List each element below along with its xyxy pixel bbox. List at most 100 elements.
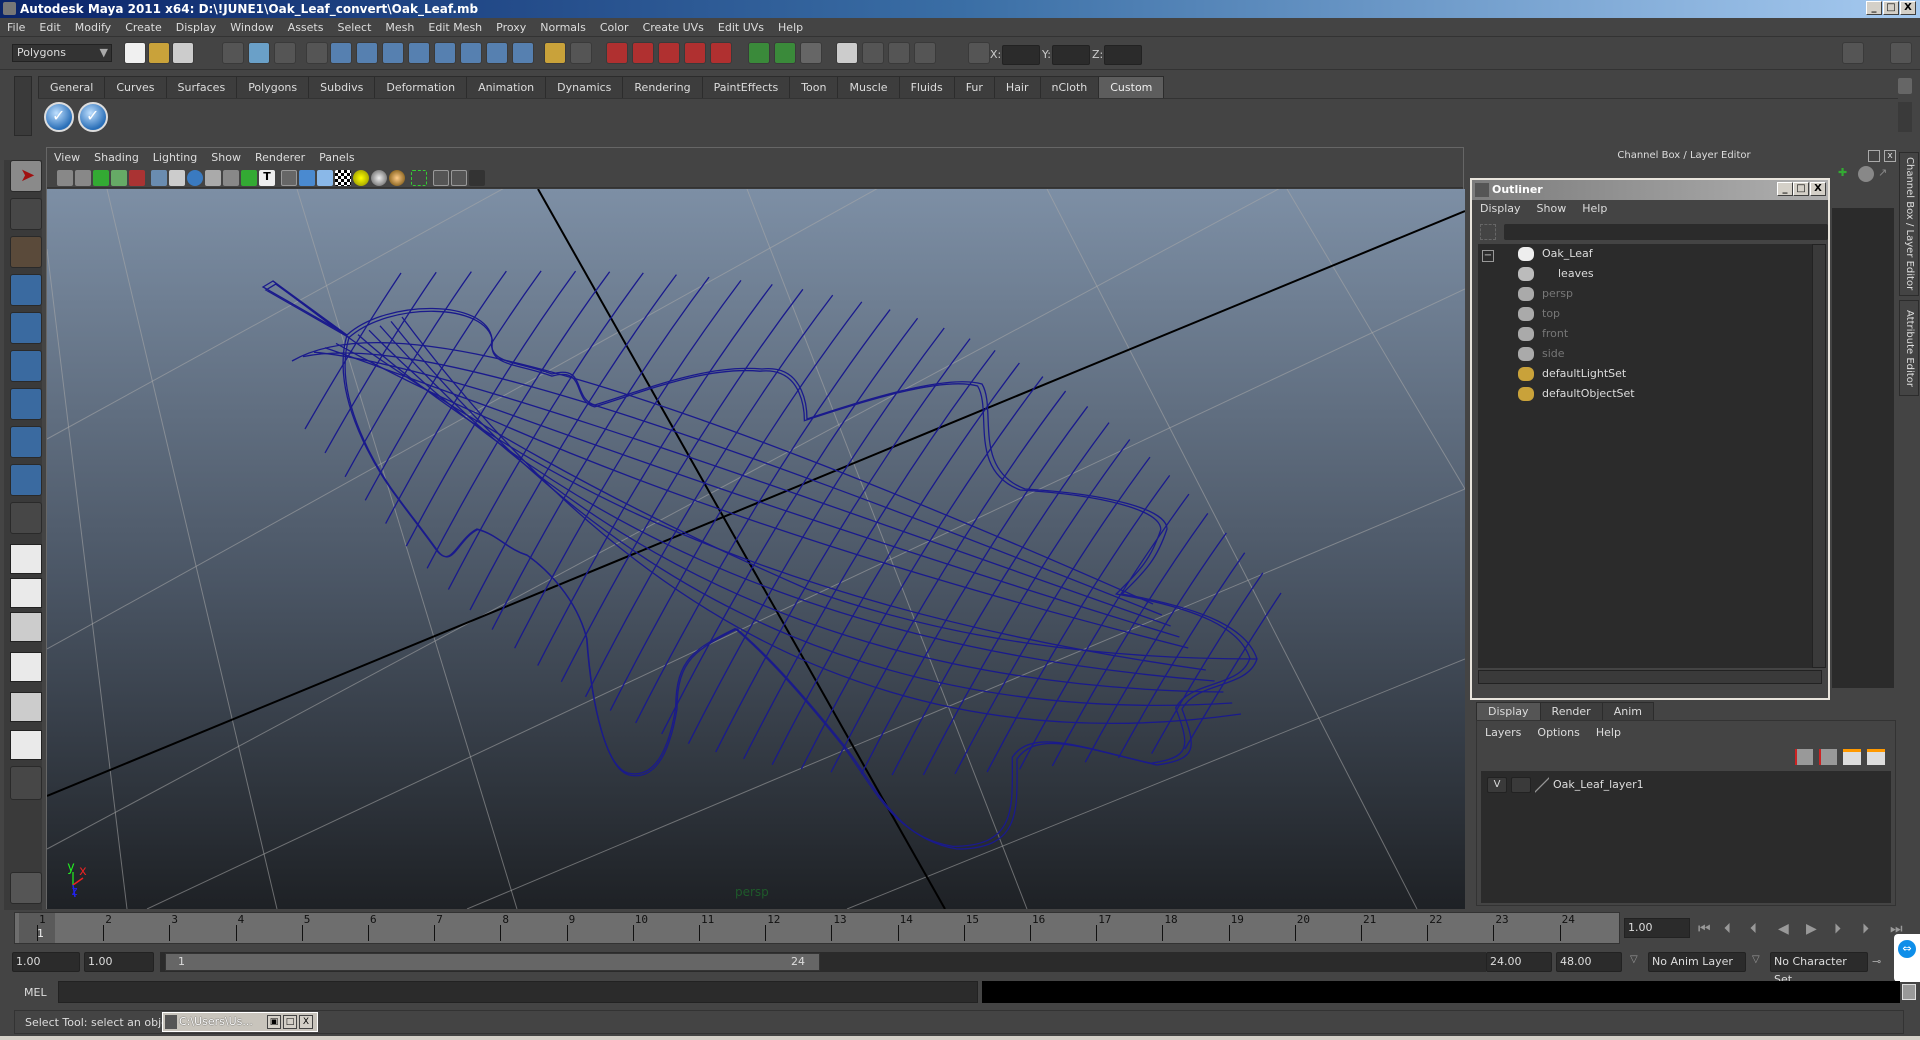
shelf-tab-animation[interactable]: Animation	[466, 76, 547, 98]
snap-to-view-planes-icon[interactable]	[684, 42, 706, 64]
select-rendering-icon[interactable]	[486, 42, 508, 64]
layer-menu-help[interactable]: Help	[1588, 721, 1629, 745]
command-language-label[interactable]: MEL	[24, 986, 47, 999]
high-quality-icon[interactable]	[389, 170, 405, 186]
safe-action-icon[interactable]	[241, 170, 257, 186]
anim-layer-dropdown-icon[interactable]: ▽	[1630, 954, 1638, 965]
select-misc-icon[interactable]	[512, 42, 534, 64]
z-field[interactable]	[1104, 45, 1142, 65]
menu-edit-mesh[interactable]: Edit Mesh	[421, 18, 489, 37]
menu-file[interactable]: File	[0, 18, 32, 37]
x-field[interactable]	[1002, 45, 1040, 65]
output-connections-icon[interactable]	[774, 42, 796, 64]
shelf-tab-polygons[interactable]: Polygons	[236, 76, 310, 98]
menu-create-uvs[interactable]: Create UVs	[636, 18, 711, 37]
outliner-item[interactable]: defaultLightSet	[1478, 364, 1808, 384]
single-pane-layout-icon[interactable]	[10, 544, 42, 574]
gate-mask-icon[interactable]	[205, 170, 221, 186]
textured-icon[interactable]	[335, 170, 351, 186]
outliner-item[interactable]: Oak_Leaf	[1478, 244, 1808, 264]
go-to-start-icon[interactable]: ⏮	[1698, 921, 1711, 937]
render-view-icon[interactable]	[836, 42, 858, 64]
resolution-gate-icon[interactable]	[187, 170, 203, 186]
menu-set-selector[interactable]: Polygons ▼	[12, 44, 112, 62]
start-time-field[interactable]: 1.00	[12, 952, 80, 972]
shelf-tab-curves[interactable]: Curves	[104, 76, 167, 98]
shelf-tab-painteffects[interactable]: PaintEffects	[701, 76, 791, 98]
close-button[interactable]: X	[299, 1015, 313, 1029]
outliner-item[interactable]: leaves	[1478, 264, 1808, 284]
menu-help[interactable]: Help	[771, 18, 810, 37]
shelf-scrollbar[interactable]	[1898, 102, 1912, 132]
xray-icon[interactable]	[433, 170, 449, 186]
step-back-frame-icon[interactable]: ⏴	[1724, 921, 1731, 937]
shelf-tab-ncloth[interactable]: nCloth	[1039, 76, 1100, 98]
input-connections-icon[interactable]	[748, 42, 770, 64]
minimize-button[interactable]: _	[1866, 1, 1882, 15]
layer-visibility-toggle[interactable]: V	[1487, 777, 1507, 793]
paint-select-tool-icon[interactable]	[10, 236, 42, 268]
camera-select-icon[interactable]	[57, 170, 73, 186]
layout-expand-icon[interactable]	[10, 766, 42, 800]
range-slider-start[interactable]: 1	[178, 955, 185, 968]
key-icon[interactable]: ⊸	[1872, 955, 1881, 968]
layer-tab-render[interactable]: Render	[1539, 702, 1603, 720]
soft-modification-icon[interactable]	[10, 426, 42, 458]
hypershade-persp-layout-icon[interactable]	[10, 692, 42, 722]
select-by-hierarchy-icon[interactable]	[222, 42, 244, 64]
viewport-menu-view[interactable]: View	[47, 148, 87, 168]
check-icon[interactable]: ✓	[78, 102, 108, 132]
outliner-maximize-button[interactable]: □	[1793, 182, 1809, 196]
script-editor-icon[interactable]	[1902, 984, 1916, 1000]
menu-proxy[interactable]: Proxy	[489, 18, 533, 37]
filter-icon[interactable]	[1480, 224, 1496, 240]
layer-menu-layers[interactable]: Layers	[1477, 721, 1529, 745]
lasso-tool-icon[interactable]	[10, 198, 42, 230]
menu-edit-uvs[interactable]: Edit UVs	[711, 18, 771, 37]
wireframe-icon[interactable]	[281, 170, 297, 186]
viewport-menu-lighting[interactable]: Lighting	[146, 148, 204, 168]
shadows-icon[interactable]	[371, 170, 387, 186]
shelf-tab-fur[interactable]: Fur	[953, 76, 995, 98]
outliner-item[interactable]: top	[1478, 304, 1808, 324]
shelf-tab-fluids[interactable]: Fluids	[898, 76, 955, 98]
shelf-menu-button[interactable]	[14, 76, 32, 136]
menu-mesh[interactable]: Mesh	[378, 18, 421, 37]
image-plane-icon[interactable]	[111, 170, 127, 186]
shelf-tab-rendering[interactable]: Rendering	[622, 76, 703, 98]
outliner-item[interactable]: persp	[1478, 284, 1808, 304]
menu-select[interactable]: Select	[330, 18, 378, 37]
outliner-item[interactable]: side	[1478, 344, 1808, 364]
create-empty-layer-icon[interactable]	[1843, 749, 1861, 765]
grid-icon[interactable]	[151, 170, 167, 186]
hyper-icon[interactable]: ↗	[1878, 166, 1894, 182]
shelf-tab-deformation[interactable]: Deformation	[374, 76, 468, 98]
play-backwards-icon[interactable]: ◀	[1778, 921, 1789, 937]
playback-end-field[interactable]: 24.00	[1486, 952, 1552, 972]
move-layer-up-icon[interactable]	[1795, 749, 1813, 765]
command-line-input[interactable]	[58, 981, 978, 1003]
use-all-lights-icon[interactable]	[353, 170, 369, 186]
render-settings-icon[interactable]	[914, 42, 936, 64]
outliner-item[interactable]: front	[1478, 324, 1808, 344]
float-panel-icon[interactable]	[1868, 150, 1880, 162]
select-handles-icon[interactable]	[330, 42, 352, 64]
anim-layer-field[interactable]: No Anim Layer	[1648, 952, 1746, 972]
close-panel-icon[interactable]: x	[1884, 150, 1896, 162]
maximize-button[interactable]: □	[283, 1015, 297, 1029]
outliner-minimize-button[interactable]: _	[1777, 182, 1793, 196]
snap-to-grids-icon[interactable]	[606, 42, 628, 64]
channel-box-toggle-icon[interactable]	[1890, 42, 1912, 64]
menu-color[interactable]: Color	[593, 18, 636, 37]
select-dynamics-icon[interactable]	[460, 42, 482, 64]
scale-tool-icon[interactable]	[10, 350, 42, 382]
select-by-component-icon[interactable]	[274, 42, 296, 64]
film-gate-icon[interactable]	[169, 170, 185, 186]
character-set-field[interactable]: No Character Set	[1770, 952, 1868, 986]
select-joints-icon[interactable]	[356, 42, 378, 64]
outliner-vertical-scrollbar[interactable]	[1812, 244, 1826, 668]
open-scene-icon[interactable]	[148, 42, 170, 64]
shelf-tab-general[interactable]: General	[38, 76, 106, 98]
select-deformations-icon[interactable]	[434, 42, 456, 64]
trash-icon[interactable]	[1898, 78, 1912, 94]
